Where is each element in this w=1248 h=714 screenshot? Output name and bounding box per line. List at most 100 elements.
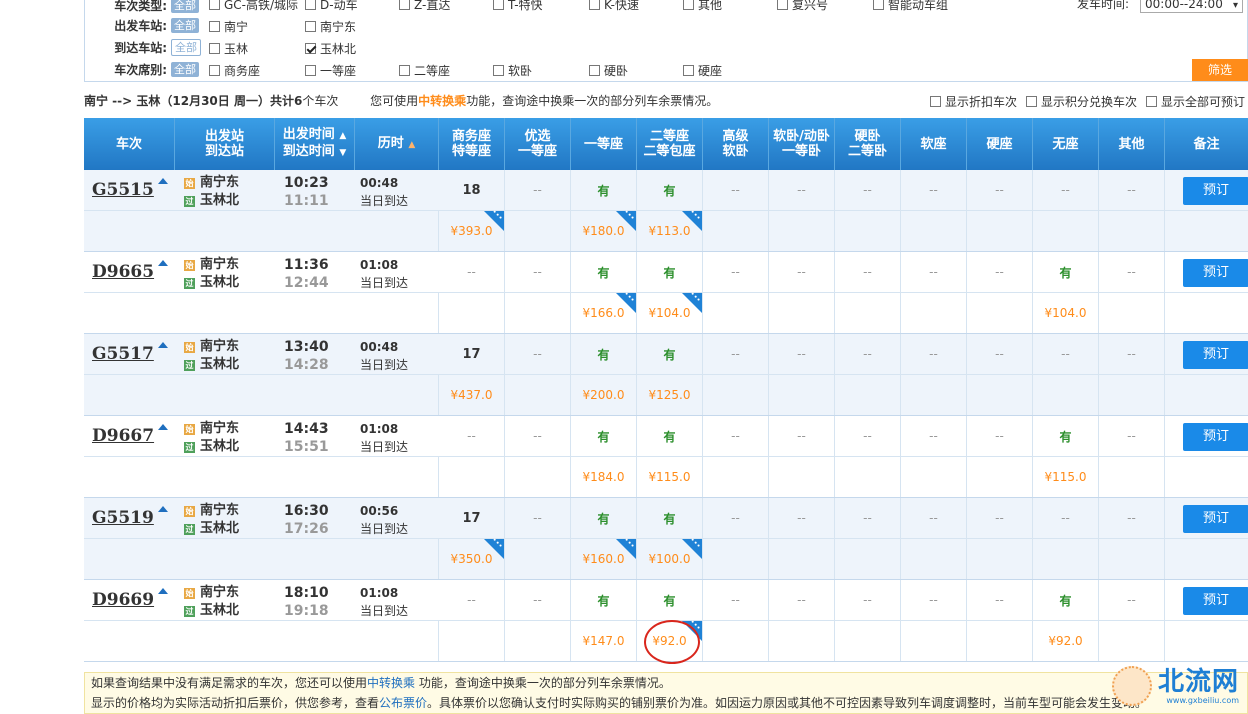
filter-type-option[interactable]: 复兴号 bbox=[777, 0, 828, 13]
filter-seat-option[interactable]: 硬座 bbox=[683, 62, 722, 79]
transfer-link[interactable]: 中转换乘 bbox=[418, 94, 466, 108]
seat-hard-sleeper-availability[interactable]: -- bbox=[835, 252, 901, 292]
filter-from-all-button[interactable]: 全部 bbox=[171, 17, 199, 33]
filter-seat-option[interactable]: 一等座 bbox=[305, 62, 356, 79]
published-fare-link[interactable]: 公布票价 bbox=[379, 696, 427, 710]
departure-time-select[interactable]: 00:00--24:00 ▾ bbox=[1140, 0, 1243, 13]
seat-high-soft-sleeper-availability[interactable]: -- bbox=[703, 416, 769, 456]
train-number-link[interactable]: D9665 bbox=[92, 262, 154, 282]
train-number-link[interactable]: G5519 bbox=[92, 508, 154, 528]
checkbox[interactable] bbox=[930, 96, 941, 107]
checkbox[interactable] bbox=[305, 21, 316, 32]
seat-premium-first-availability[interactable]: -- bbox=[505, 498, 571, 538]
checkbox[interactable] bbox=[873, 0, 884, 10]
filter-from-option[interactable]: 南宁 bbox=[209, 18, 248, 35]
seat-no-seat-availability[interactable]: -- bbox=[1033, 498, 1099, 538]
checkbox[interactable] bbox=[493, 0, 504, 10]
seat-hard-seat-availability[interactable]: -- bbox=[967, 580, 1033, 620]
seat-no-seat-availability[interactable]: -- bbox=[1033, 334, 1099, 374]
seat-high-soft-sleeper-availability[interactable]: -- bbox=[703, 252, 769, 292]
seat-other-availability[interactable]: -- bbox=[1099, 498, 1165, 538]
seat-high-soft-sleeper-availability[interactable]: -- bbox=[703, 170, 769, 210]
seat-premium-first-availability[interactable]: -- bbox=[505, 580, 571, 620]
option-discount[interactable]: 显示折扣车次 bbox=[930, 93, 1017, 110]
seat-business-availability[interactable]: -- bbox=[439, 416, 505, 456]
checkbox[interactable] bbox=[399, 0, 410, 10]
filter-type-all-button[interactable]: 全部 bbox=[171, 0, 199, 13]
checkbox[interactable] bbox=[777, 0, 788, 10]
filter-to-option[interactable]: 玉林北 bbox=[305, 40, 356, 57]
checkbox[interactable] bbox=[683, 65, 694, 76]
filter-to-option[interactable]: 玉林 bbox=[209, 40, 248, 57]
checkbox[interactable] bbox=[305, 0, 316, 10]
seat-hard-seat-availability[interactable]: -- bbox=[967, 170, 1033, 210]
seat-second-availability[interactable]: 有 bbox=[637, 252, 703, 292]
seat-first-availability[interactable]: 有 bbox=[571, 498, 637, 538]
seat-business-availability[interactable]: -- bbox=[439, 252, 505, 292]
seat-business-availability[interactable]: 17 bbox=[439, 498, 505, 538]
seat-soft-sleeper-availability[interactable]: -- bbox=[769, 498, 835, 538]
train-number-link[interactable]: D9667 bbox=[92, 426, 154, 446]
book-button[interactable]: 预订 bbox=[1183, 505, 1248, 533]
seat-first-availability[interactable]: 有 bbox=[571, 334, 637, 374]
seat-other-availability[interactable]: -- bbox=[1099, 580, 1165, 620]
seat-hard-sleeper-availability[interactable]: -- bbox=[835, 334, 901, 374]
seat-second-availability[interactable]: 有 bbox=[637, 416, 703, 456]
seat-premium-first-availability[interactable]: -- bbox=[505, 170, 571, 210]
checkbox[interactable] bbox=[589, 0, 600, 10]
seat-soft-sleeper-availability[interactable]: -- bbox=[769, 334, 835, 374]
checkbox[interactable] bbox=[209, 21, 220, 32]
book-button[interactable]: 预订 bbox=[1183, 177, 1248, 205]
seat-first-availability[interactable]: 有 bbox=[571, 580, 637, 620]
transfer-link[interactable]: 中转换乘 bbox=[367, 676, 415, 690]
seat-hard-sleeper-availability[interactable]: -- bbox=[835, 580, 901, 620]
checkbox[interactable] bbox=[209, 65, 220, 76]
seat-high-soft-sleeper-availability[interactable]: -- bbox=[703, 498, 769, 538]
seat-other-availability[interactable]: -- bbox=[1099, 252, 1165, 292]
seat-hard-seat-availability[interactable]: -- bbox=[967, 252, 1033, 292]
option-points[interactable]: 显示积分兑换车次 bbox=[1026, 93, 1137, 110]
seat-hard-seat-availability[interactable]: -- bbox=[967, 498, 1033, 538]
filter-type-option[interactable]: D-动车 bbox=[305, 0, 358, 13]
filter-seat-all-button[interactable]: 全部 bbox=[171, 61, 199, 77]
option-all-bookable[interactable]: 显示全部可预订 bbox=[1146, 93, 1245, 110]
checkbox[interactable] bbox=[1146, 96, 1157, 107]
seat-soft-seat-availability[interactable]: -- bbox=[901, 252, 967, 292]
seat-hard-sleeper-availability[interactable]: -- bbox=[835, 416, 901, 456]
checkbox[interactable] bbox=[209, 43, 220, 54]
checkbox[interactable] bbox=[305, 65, 316, 76]
filter-type-option[interactable]: K-快速 bbox=[589, 0, 639, 13]
seat-no-seat-availability[interactable]: -- bbox=[1033, 170, 1099, 210]
filter-type-option[interactable]: 智能动车组 bbox=[873, 0, 948, 13]
seat-soft-sleeper-availability[interactable]: -- bbox=[769, 170, 835, 210]
seat-no-seat-availability[interactable]: 有 bbox=[1033, 416, 1099, 456]
seat-soft-seat-availability[interactable]: -- bbox=[901, 498, 967, 538]
filter-type-option[interactable]: 其他 bbox=[683, 0, 722, 13]
seat-second-availability[interactable]: 有 bbox=[637, 498, 703, 538]
book-button[interactable]: 预订 bbox=[1183, 259, 1248, 287]
seat-first-availability[interactable]: 有 bbox=[571, 252, 637, 292]
seat-business-availability[interactable]: 18 bbox=[439, 170, 505, 210]
checkbox[interactable] bbox=[589, 65, 600, 76]
seat-soft-sleeper-availability[interactable]: -- bbox=[769, 416, 835, 456]
seat-premium-first-availability[interactable]: -- bbox=[505, 416, 571, 456]
checkbox[interactable] bbox=[209, 0, 220, 10]
seat-hard-sleeper-availability[interactable]: -- bbox=[835, 498, 901, 538]
seat-first-availability[interactable]: 有 bbox=[571, 416, 637, 456]
filter-seat-option[interactable]: 硬卧 bbox=[589, 62, 628, 79]
seat-high-soft-sleeper-availability[interactable]: -- bbox=[703, 334, 769, 374]
seat-hard-sleeper-availability[interactable]: -- bbox=[835, 170, 901, 210]
checkbox[interactable] bbox=[399, 65, 410, 76]
stops-toggle-icon[interactable] bbox=[158, 506, 168, 512]
filter-seat-option[interactable]: 二等座 bbox=[399, 62, 450, 79]
seat-second-availability[interactable]: 有 bbox=[637, 334, 703, 374]
seat-first-availability[interactable]: 有 bbox=[571, 170, 637, 210]
filter-from-option[interactable]: 南宁东 bbox=[305, 18, 356, 35]
col-duration[interactable]: 历时 ▲ bbox=[355, 118, 439, 170]
filter-to-all-button[interactable]: 全部 bbox=[171, 38, 201, 56]
filter-button[interactable]: 筛选 bbox=[1192, 59, 1248, 81]
train-number-link[interactable]: G5515 bbox=[92, 180, 154, 200]
seat-hard-seat-availability[interactable]: -- bbox=[967, 416, 1033, 456]
seat-premium-first-availability[interactable]: -- bbox=[505, 252, 571, 292]
seat-second-availability[interactable]: 有 bbox=[637, 170, 703, 210]
